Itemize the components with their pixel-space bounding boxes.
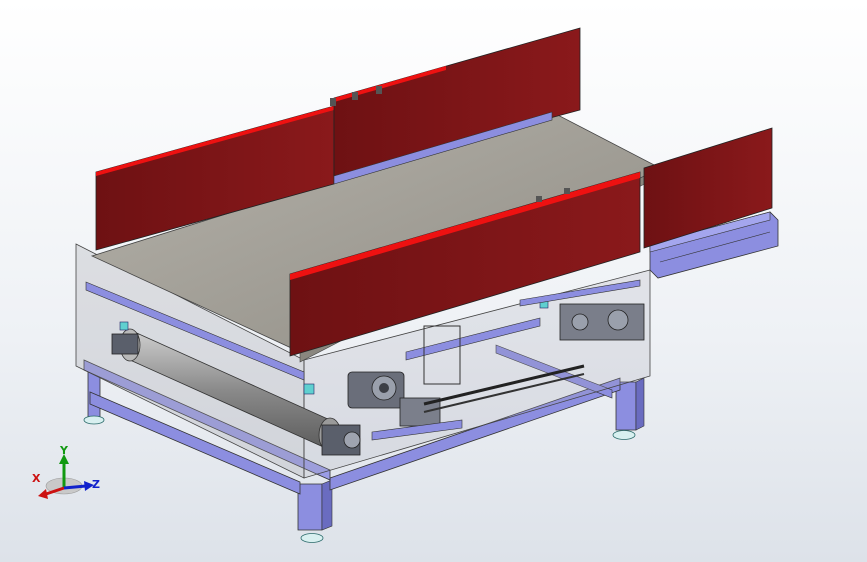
foot-front-left[interactable] — [300, 533, 324, 543]
triad-x-label: X — [32, 472, 41, 485]
foot-back-left[interactable] — [83, 415, 105, 425]
cad-viewport[interactable]: X Y Z — [0, 0, 867, 562]
foot-front-right[interactable] — [612, 430, 636, 440]
bearing-block-left[interactable] — [111, 333, 139, 355]
coordinate-triad-icon: X Y Z — [32, 444, 100, 499]
triad-y-label: Y — [59, 444, 69, 457]
frame-leg-front-left[interactable] — [297, 483, 323, 531]
triad-z-label: Z — [92, 478, 100, 491]
